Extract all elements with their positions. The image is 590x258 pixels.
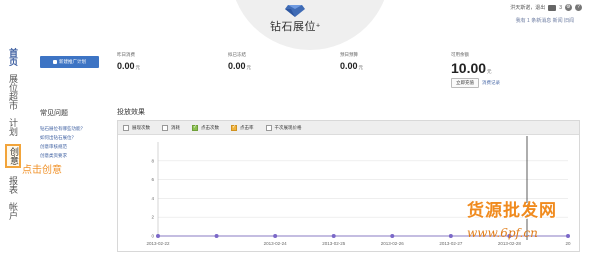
chart-y-tick-label: 0 (151, 234, 154, 239)
chart-x-tick-label: 2013-02-22 (146, 241, 170, 246)
metric-cpm[interactable]: 千次展现价格 (265, 124, 302, 131)
user-bar: 洪天斯诺，退出 3 ⚙ ? (510, 4, 582, 11)
stat-frozen: 拟已冻结 0.00元 (228, 52, 251, 71)
sidebar-item-home[interactable]: 首页 (8, 48, 18, 66)
watermark-text: 货源批发网 (467, 201, 557, 220)
faq-link[interactable]: 创意类资要求 (40, 151, 110, 160)
checkbox-icon[interactable] (265, 124, 272, 131)
diamond-icon (285, 5, 305, 17)
chart-y-tick-label: 4 (151, 196, 154, 201)
faq-panel: 常见问题 钻石展位有哪些功能？ 如何出钻石展位？ 创意审核规范 创意类资要求 (40, 108, 110, 160)
recharge-button[interactable]: 立即充值 (451, 78, 479, 88)
notification-links[interactable]: 我有 1 条新消息 新闻 旧闻 (516, 17, 574, 24)
chart-data-point (214, 234, 219, 238)
app-title: 钻石展位 (269, 21, 316, 33)
stat-daily-budget: 预日预算 0.00元 (340, 52, 363, 71)
faq-link[interactable]: 钻石展位有哪些功能？ (40, 124, 110, 133)
chart-data-point (566, 234, 570, 238)
sidebar-item-creative[interactable]: 创意 (5, 144, 21, 168)
plus-icon (53, 60, 57, 64)
sidebar: 首页 展位超市 计划 创意 报表 帐户 (5, 48, 21, 228)
app-title-plus: + (315, 22, 321, 30)
notification-bar: 我有 1 条新消息 新闻 旧闻 (516, 17, 574, 24)
chart-data-point (448, 234, 453, 238)
watermark-url: www.6pf.cn (467, 226, 538, 240)
sidebar-item-reports[interactable]: 报表 (8, 176, 18, 194)
checkbox-checked-icon[interactable] (192, 124, 198, 131)
chart-data-point (331, 234, 336, 238)
app-logo: 钻石展位+ (0, 4, 590, 34)
metric-ctr[interactable]: 点击率 (231, 124, 254, 131)
new-plan-button[interactable]: 新建推广计划 (40, 56, 99, 68)
stat-value: 0.00元 (117, 61, 141, 71)
stat-yesterday-spend: 昨日消费 0.00元 (117, 52, 140, 71)
chart-x-tick-label: 2013-02-26 (381, 241, 405, 246)
chart-y-tick-label: 8 (151, 158, 154, 163)
stat-label: 可用余额 (451, 52, 469, 57)
message-count: 3 (559, 4, 562, 11)
sidebar-item-market[interactable]: 展位超市 (8, 74, 18, 110)
faq-link[interactable]: 如何出钻石展位？ (40, 133, 110, 142)
chart-y-tick-label: 6 (151, 177, 154, 182)
settings-icon[interactable]: ⚙ (565, 4, 572, 11)
stat-available-balance: 可用余额 10.00元 立即充值 消费记录 (451, 52, 500, 88)
chart-data-point (273, 234, 278, 238)
stat-label: 预日预算 (340, 52, 358, 57)
chart-x-tick-label: 2013-02-27 (439, 241, 463, 246)
sidebar-item-account[interactable]: 帐户 (8, 202, 18, 220)
chart-x-tick-label: 2013-02-28 (498, 241, 522, 246)
metric-impressions[interactable]: 展现次数 (123, 124, 150, 131)
stat-label: 拟已冻结 (228, 52, 246, 57)
creative-callout: 点击创意 (22, 165, 62, 176)
spend-records-link[interactable]: 消费记录 (482, 78, 500, 88)
chart-x-tick-label: 20 (565, 241, 571, 246)
metric-selector: 展现次数 消耗 点击次数 点击率 千次展现价格 (118, 121, 579, 135)
checkbox-icon[interactable] (162, 124, 168, 131)
sidebar-item-plans[interactable]: 计划 (8, 118, 18, 136)
stat-value: 10.00元 (451, 60, 492, 76)
metric-cost[interactable]: 消耗 (162, 124, 180, 131)
help-icon[interactable]: ? (575, 4, 582, 11)
faq-link[interactable]: 创意审核规范 (40, 142, 110, 151)
metric-clicks[interactable]: 点击次数 (192, 124, 219, 131)
faq-title: 常见问题 (40, 110, 68, 117)
chart-section-title: 投放效果 (117, 109, 145, 116)
chart-y-tick-label: 2 (151, 215, 154, 220)
new-plan-label: 新建推广计划 (59, 59, 86, 64)
stat-value: 0.00元 (340, 61, 364, 71)
chart-x-tick-label: 2013-02-25 (322, 241, 346, 246)
chart-x-tick-label: 2013-02-24 (264, 241, 288, 246)
chart-data-point (156, 234, 160, 238)
user-greeting[interactable]: 洪天斯诺，退出 (510, 4, 545, 11)
stat-value: 0.00元 (228, 61, 252, 71)
checkbox-icon[interactable] (123, 124, 129, 131)
stat-label: 昨日消费 (117, 52, 135, 57)
checkbox-checked-icon[interactable] (231, 124, 237, 131)
mail-icon[interactable] (548, 4, 557, 11)
chart-data-point (390, 234, 395, 238)
